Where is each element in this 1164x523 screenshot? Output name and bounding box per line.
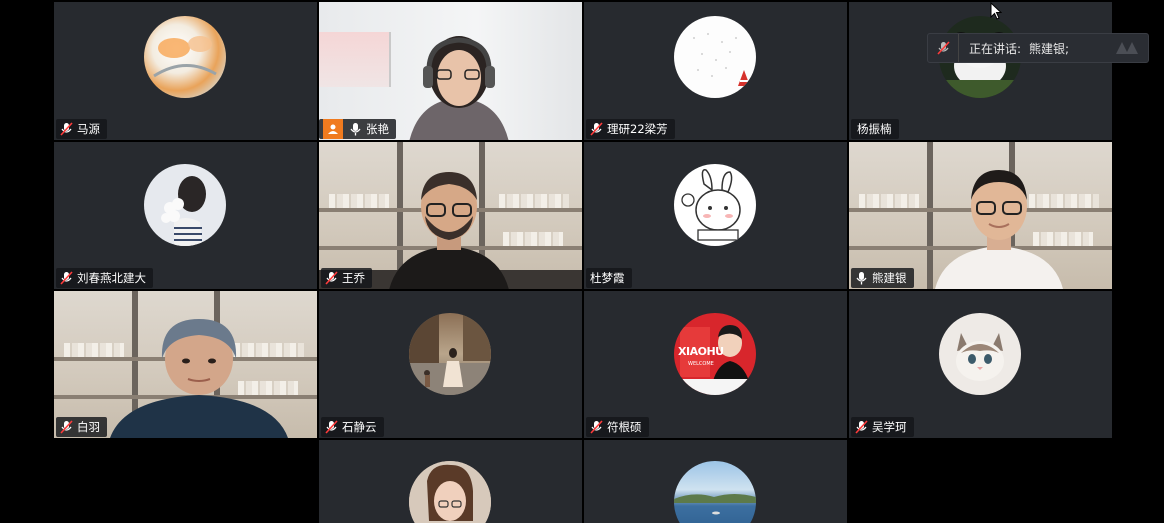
speaking-indicator-popup: 正在讲话: 熊建银; [927, 33, 1149, 63]
mic-muted-icon [60, 271, 73, 285]
participant-video-tile[interactable]: 张艳 [319, 2, 582, 140]
host-badge-icon [323, 119, 343, 139]
participant-person [389, 172, 509, 289]
participant-avatar [939, 313, 1021, 395]
participant-person [409, 36, 509, 140]
mic-muted-icon [855, 420, 868, 434]
participant-tile[interactable]: 理研22梁芳 [584, 2, 847, 140]
speaking-label: 正在讲话: [969, 41, 1022, 56]
participant-name: 符根硕 [607, 420, 642, 434]
name-tag: 石静云 [321, 417, 384, 437]
participant-tile[interactable]: 杜梦霞 [584, 142, 847, 289]
name-tag: 杜梦霞 [586, 268, 632, 288]
mic-muted-icon [590, 122, 603, 136]
participant-video-tile[interactable]: 白羽 [54, 291, 317, 438]
participant-name: 理研22梁芳 [607, 122, 668, 136]
mic-muted-icon [928, 34, 959, 62]
participant-avatar [674, 461, 756, 523]
name-tag: 白羽 [56, 417, 107, 437]
avatar-logo-text: XIAOHU [678, 345, 724, 358]
avatar-logo-subtext: WELCOME [688, 361, 714, 367]
window-frame [319, 32, 391, 87]
participant-avatar [144, 16, 226, 98]
participant-name: 王乔 [342, 271, 365, 285]
mic-muted-icon [60, 420, 73, 434]
participant-tile[interactable]: 马源 [54, 2, 317, 140]
name-tag: 吴学珂 [851, 417, 914, 437]
participant-tile[interactable]: 刘春燕北建大 [54, 142, 317, 289]
name-tag: 张艳 [319, 119, 396, 139]
speaking-name: 熊建银; [1029, 41, 1070, 56]
participant-avatar [144, 164, 226, 246]
participant-name: 杜梦霞 [590, 271, 625, 285]
participant-tile[interactable]: 杨振楠 [849, 2, 1112, 140]
participant-avatar [409, 461, 491, 523]
name-tag: 杨振楠 [851, 119, 899, 139]
mouse-cursor-icon [990, 2, 1002, 20]
name-tag: 符根硕 [586, 417, 649, 437]
participant-name: 石静云 [342, 420, 377, 434]
participant-avatar [674, 164, 756, 246]
participant-tile[interactable]: 石静云 [319, 291, 582, 438]
participant-tile[interactable]: 吴学珂 [849, 291, 1112, 438]
name-tag: 王乔 [321, 268, 372, 288]
participant-person [110, 319, 288, 438]
participant-name: 杨振楠 [857, 122, 892, 136]
participant-name: 吴学珂 [872, 420, 907, 434]
participant-tile[interactable] [319, 440, 582, 523]
name-tag: 理研22梁芳 [586, 119, 675, 139]
participant-avatar [674, 16, 756, 98]
participant-name: 马源 [77, 122, 100, 136]
participant-video-tile[interactable]: 王乔 [319, 142, 582, 289]
participant-video-tile-active-speaker[interactable]: 熊建银 [849, 142, 1112, 289]
popup-collapse-icon[interactable] [1114, 39, 1142, 57]
participant-name: 张艳 [366, 122, 389, 136]
name-tag: 马源 [56, 119, 107, 139]
mic-icon [855, 271, 868, 285]
mic-icon [349, 122, 362, 136]
participant-person [935, 170, 1063, 289]
mic-muted-icon [590, 420, 603, 434]
mic-muted-icon [325, 420, 338, 434]
participant-name: 刘春燕北建大 [77, 271, 146, 285]
name-tag: 熊建银 [851, 268, 914, 288]
participant-avatar: XIAOHU WELCOME [674, 313, 756, 395]
participant-name: 白羽 [77, 420, 100, 434]
participant-tile[interactable] [584, 440, 847, 523]
participant-avatar [409, 313, 491, 395]
mic-muted-icon [60, 122, 73, 136]
participant-name: 熊建银 [872, 271, 907, 285]
mic-muted-icon [325, 271, 338, 285]
name-tag: 刘春燕北建大 [56, 268, 153, 288]
participant-tile[interactable]: XIAOHU WELCOME 符根硕 [584, 291, 847, 438]
